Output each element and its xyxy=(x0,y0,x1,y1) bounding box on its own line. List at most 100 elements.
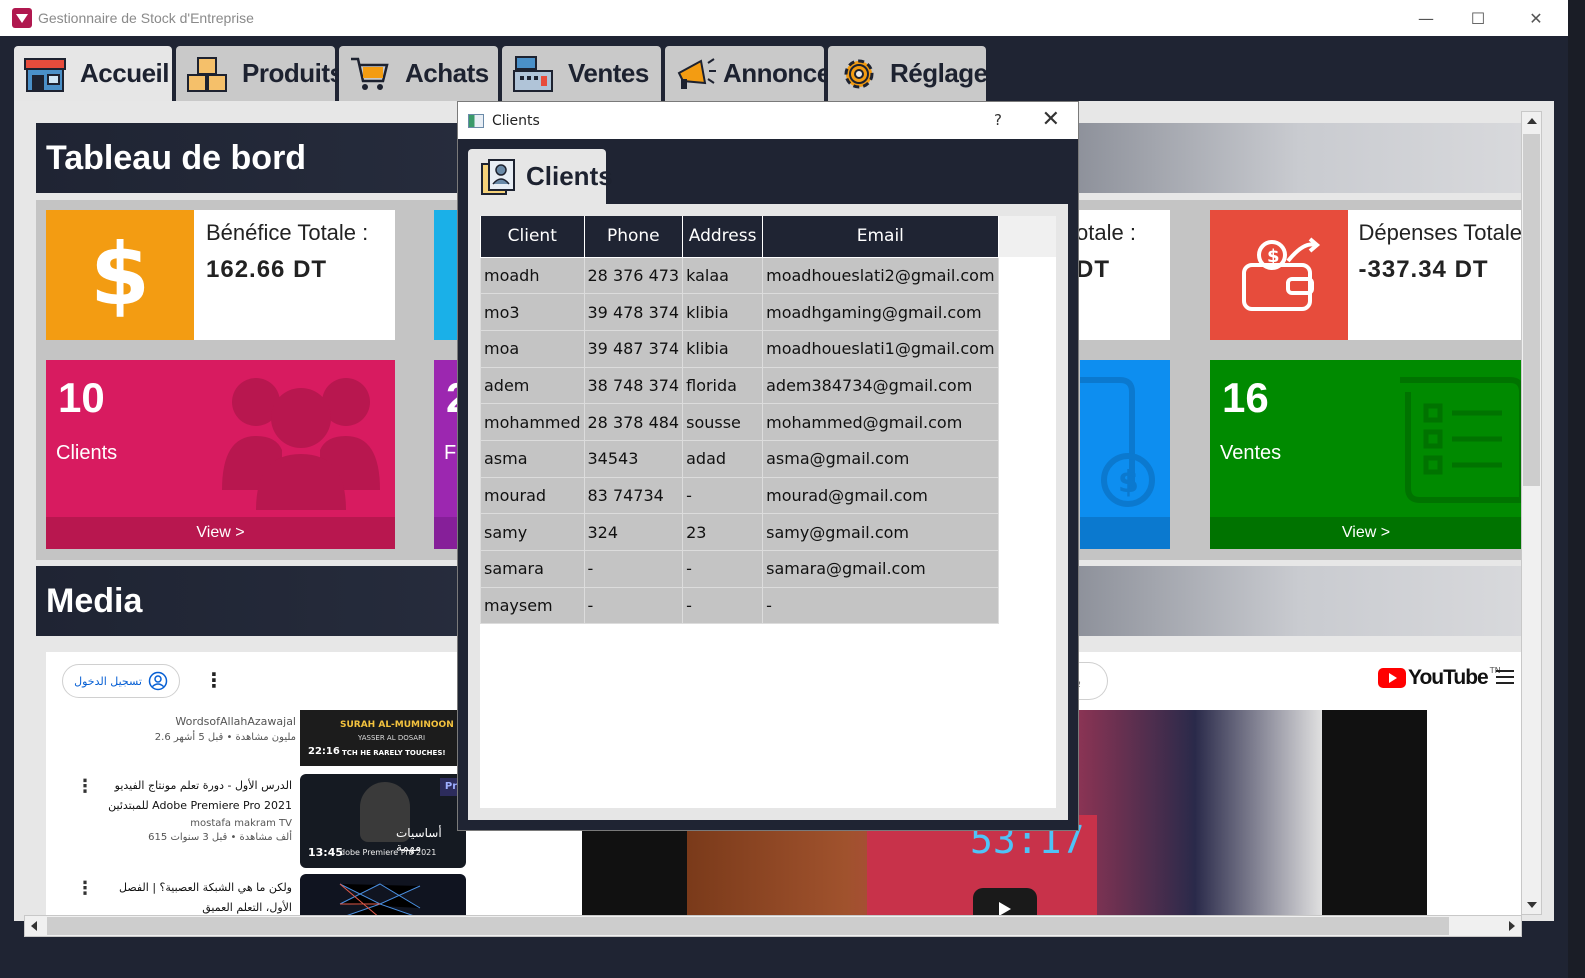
client-cell[interactable]: asma xyxy=(480,439,585,478)
address-cell[interactable]: sousse xyxy=(682,403,764,441)
address-cell[interactable]: klibia xyxy=(682,329,764,368)
address-cell[interactable]: adad xyxy=(682,439,764,478)
table-row[interactable]: mourad 83 74734 - mourad@gmail.com xyxy=(480,476,999,515)
table-row[interactable]: samara - - samara@gmail.com xyxy=(480,550,999,588)
dialog-close-button[interactable]: ✕ xyxy=(1042,107,1060,132)
signin-button[interactable]: تسجيل الدخول xyxy=(62,664,180,698)
phone-cell[interactable]: - xyxy=(583,586,684,625)
video-thumbnail-2[interactable]: Pr أساسيات مهمة dobe Premiere Pro 2021 1… xyxy=(300,774,466,868)
more-options-icon[interactable]: ⋮ xyxy=(204,668,224,692)
ventes-count: 16 xyxy=(1222,374,1269,421)
partial-count: 2 xyxy=(446,374,457,422)
phone-cell[interactable]: 324 xyxy=(583,513,684,551)
tab-annoncer[interactable]: Annoncer xyxy=(665,46,841,101)
scroll-right-icon[interactable] xyxy=(1509,921,1515,931)
scroll-up-icon[interactable] xyxy=(1527,118,1537,124)
phone-cell[interactable]: 83 74734 xyxy=(583,476,684,515)
help-button[interactable]: ? xyxy=(994,111,1002,129)
scroll-left-icon[interactable] xyxy=(31,921,37,931)
client-cell[interactable]: mourad xyxy=(480,476,585,515)
maximize-button[interactable]: ☐ xyxy=(1450,0,1506,36)
table-row[interactable]: mo3 39 478 374 klibia moadhgaming@gmail.… xyxy=(480,293,999,331)
email-cell[interactable]: mourad@gmail.com xyxy=(762,476,999,515)
client-cell[interactable]: mohammed xyxy=(480,403,585,441)
clients-view-link[interactable]: View > xyxy=(46,517,395,549)
minimize-button[interactable]: — xyxy=(1398,0,1454,36)
table-row[interactable]: asma 34543 adad asma@gmail.com xyxy=(480,439,999,478)
tab-achats[interactable]: Achats xyxy=(339,46,498,101)
phone-cell[interactable]: 39 487 374 xyxy=(583,329,684,368)
table-row[interactable]: maysem - - - xyxy=(480,586,999,625)
tab-ventes[interactable]: Ventes xyxy=(502,46,661,101)
client-cell[interactable]: adem xyxy=(480,366,585,405)
video-item-1-info[interactable]: WordsofAllahAzawajal 2.6 مليون مشاهدة • … xyxy=(155,715,296,743)
video-thumbnail-3[interactable] xyxy=(300,874,466,916)
partial-stat-card-left xyxy=(434,210,457,340)
address-cell[interactable]: - xyxy=(682,586,764,625)
client-cell[interactable]: maysem xyxy=(480,586,585,625)
horizontal-scrollbar[interactable] xyxy=(24,915,1522,937)
column-header-address[interactable]: Address xyxy=(682,216,764,258)
client-cell[interactable]: moa xyxy=(480,329,585,368)
address-cell[interactable]: klibia xyxy=(682,293,764,331)
media-title: Media xyxy=(46,581,143,620)
tab-reglage[interactable]: Réglage xyxy=(828,46,988,101)
phone-cell[interactable]: 28 376 473 xyxy=(583,256,684,295)
email-cell[interactable]: asma@gmail.com xyxy=(762,439,999,478)
address-cell[interactable]: kalaa xyxy=(682,256,764,295)
client-cell[interactable]: mo3 xyxy=(480,293,585,331)
scroll-down-icon[interactable] xyxy=(1527,902,1537,908)
tab-accueil[interactable]: Accueil xyxy=(14,46,172,101)
email-cell[interactable]: moadhgaming@gmail.com xyxy=(762,293,999,331)
close-window-button[interactable]: ✕ xyxy=(1508,0,1564,36)
phone-cell[interactable]: 38 748 374 xyxy=(583,366,684,405)
tab-produits[interactable]: Produits xyxy=(176,46,344,101)
partial-total-card: otale : DT xyxy=(1070,210,1170,340)
play-button[interactable] xyxy=(973,888,1037,916)
ventes-view-link[interactable]: View > xyxy=(1210,517,1522,549)
email-cell[interactable]: moadhoueslati2@gmail.com xyxy=(762,256,999,295)
table-row[interactable]: mohammed 28 378 484 sousse mohammed@gmai… xyxy=(480,403,999,441)
video-item-2-info[interactable]: الدرس الأول - دورة تعلم مونتاج الفيديو ل… xyxy=(92,776,292,843)
clients-count-card: 10 Clients View > xyxy=(46,360,395,549)
partial-view-strip xyxy=(434,517,457,549)
phone-cell[interactable]: 34543 xyxy=(583,439,684,478)
client-cell[interactable]: moadh xyxy=(480,256,585,295)
client-cell[interactable]: samara xyxy=(480,550,585,588)
depenses-label: Dépenses Totale xyxy=(1358,220,1523,245)
address-cell[interactable]: florida xyxy=(682,366,764,405)
address-cell[interactable]: - xyxy=(682,550,764,588)
menu-icon[interactable] xyxy=(1496,670,1514,684)
video-thumbnail-1[interactable]: SURAH AL-MUMINOON YASSER AL DOSARI 22:16… xyxy=(300,710,466,766)
email-cell[interactable]: adem384734@gmail.com xyxy=(762,366,999,405)
dashboard-title: Tableau de bord xyxy=(46,138,307,177)
table-row[interactable]: adem 38 748 374 florida adem384734@gmail… xyxy=(480,366,999,405)
partial-total-label: otale : xyxy=(1076,220,1136,245)
email-cell[interactable]: - xyxy=(762,586,999,625)
clients-table-container[interactable]: Client Phone Address Email moadh 28 376 … xyxy=(480,216,1056,808)
phone-cell[interactable]: - xyxy=(583,550,684,588)
vertical-scrollbar[interactable] xyxy=(1521,111,1542,915)
phone-cell[interactable]: 39 478 374 xyxy=(583,293,684,331)
window-title-bar: Gestionnaire de Stock d'Entreprise — ☐ ✕ xyxy=(0,0,1568,36)
table-row[interactable]: samy 324 23 samy@gmail.com xyxy=(480,513,999,551)
vertical-scroll-thumb[interactable] xyxy=(1523,134,1540,486)
table-row[interactable]: moadh 28 376 473 kalaa moadhoueslati2@gm… xyxy=(480,256,999,295)
clients-tab[interactable]: Clients xyxy=(468,149,613,204)
email-cell[interactable]: moadhoueslati1@gmail.com xyxy=(762,329,999,368)
email-cell[interactable]: mohammed@gmail.com xyxy=(762,403,999,441)
partial-count-card: 2 F xyxy=(434,360,457,549)
address-cell[interactable]: - xyxy=(682,476,764,515)
address-cell[interactable]: 23 xyxy=(682,513,764,551)
horizontal-scroll-thumb[interactable] xyxy=(47,917,1449,935)
table-row[interactable]: moa 39 487 374 klibia moadhoueslati1@gma… xyxy=(480,329,999,368)
column-header-email[interactable]: Email xyxy=(762,216,999,258)
client-cell[interactable]: samy xyxy=(480,513,585,551)
video-item-3-info[interactable]: ولكن ما هي الشبكة العصبية؟ | الفصل الأول… xyxy=(92,878,292,916)
column-header-client[interactable]: Client xyxy=(480,216,585,258)
column-header-phone[interactable]: Phone xyxy=(583,216,684,258)
play-icon xyxy=(999,902,1011,916)
phone-cell[interactable]: 28 378 484 xyxy=(583,403,684,441)
email-cell[interactable]: samy@gmail.com xyxy=(762,513,999,551)
email-cell[interactable]: samara@gmail.com xyxy=(762,550,999,588)
